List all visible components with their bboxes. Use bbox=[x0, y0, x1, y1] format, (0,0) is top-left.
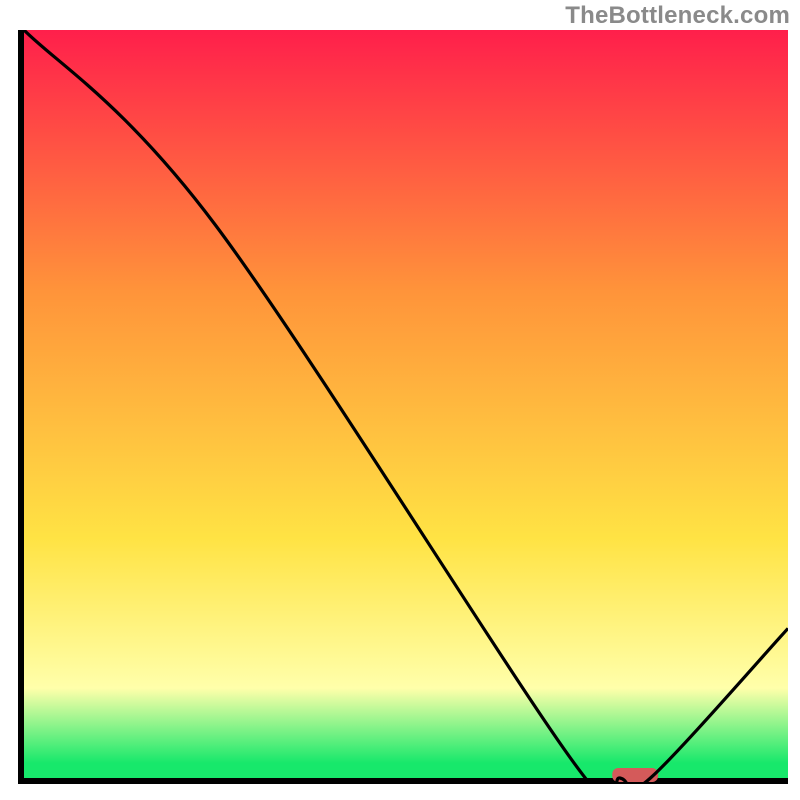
plot-area bbox=[18, 30, 788, 784]
optimal-marker bbox=[612, 768, 658, 782]
chart-root: TheBottleneck.com bbox=[0, 0, 800, 800]
chart-svg bbox=[18, 30, 788, 784]
x-axis bbox=[18, 778, 788, 784]
watermark-text: TheBottleneck.com bbox=[565, 2, 790, 30]
y-axis bbox=[18, 30, 24, 784]
gradient-background bbox=[24, 30, 788, 778]
